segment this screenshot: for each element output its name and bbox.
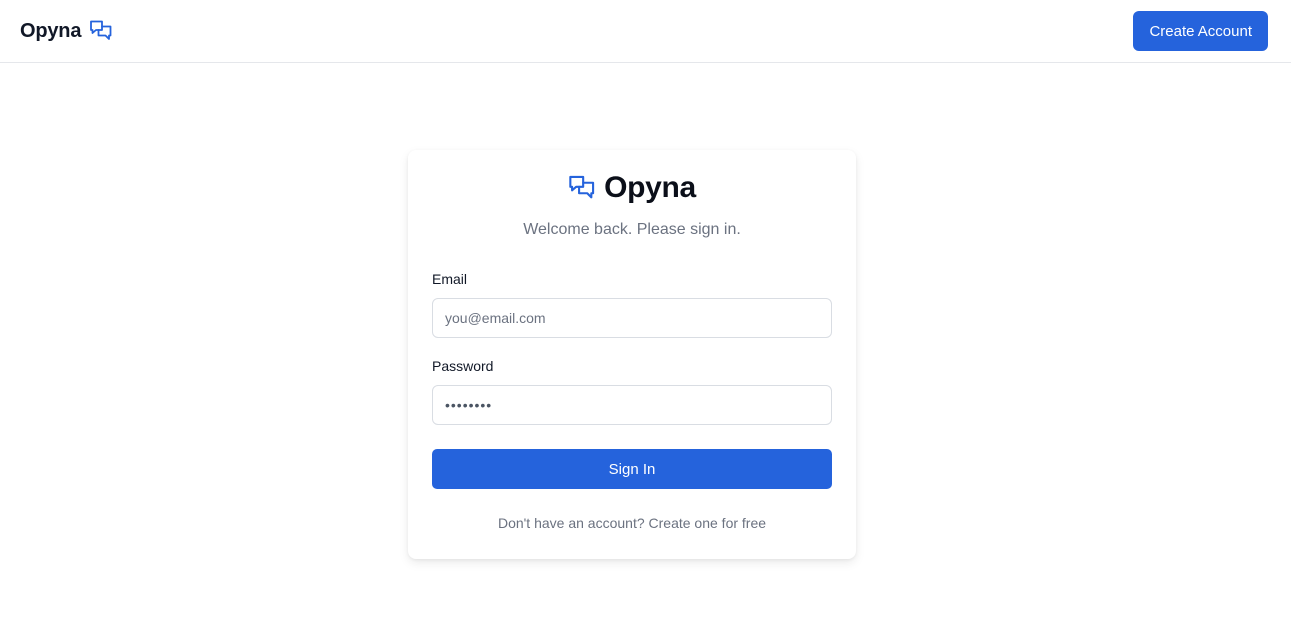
chat-bubbles-icon: [568, 174, 596, 202]
header-brand[interactable]: Opyna: [20, 19, 113, 43]
header-brand-name: Opyna: [20, 19, 82, 42]
signup-prompt: Don't have an account? Create one for fr…: [432, 515, 832, 531]
password-label: Password: [432, 358, 494, 374]
card-brand-name: Opyna: [604, 171, 696, 204]
sign-in-button[interactable]: Sign In: [432, 449, 832, 489]
signup-prompt-text: Don't have an account?: [497, 515, 645, 531]
top-navbar: Opyna Create Account: [0, 0, 1291, 63]
create-account-button[interactable]: Create Account: [1133, 11, 1268, 51]
welcome-subtitle: Welcome back. Please sign in.: [523, 221, 741, 238]
email-input[interactable]: [432, 298, 832, 338]
email-label: Email: [432, 271, 468, 287]
chat-bubbles-icon: [89, 19, 113, 43]
card-brand: Opyna: [432, 171, 832, 204]
sign-in-card: Opyna Welcome back. Please sign in. Emai…: [408, 150, 856, 559]
create-account-link[interactable]: Create one for free: [649, 515, 767, 531]
password-input[interactable]: [432, 385, 832, 425]
